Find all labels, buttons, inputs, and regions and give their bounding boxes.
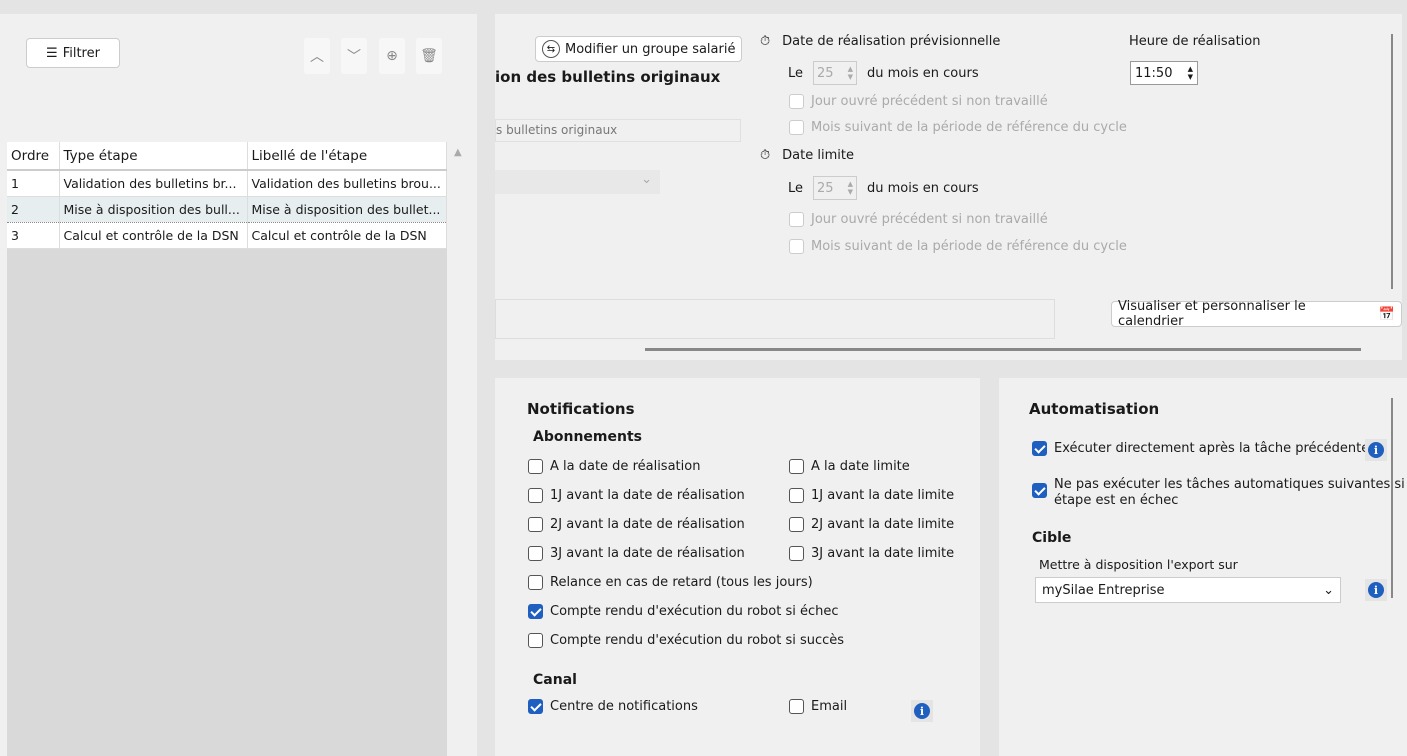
time-spinner[interactable]: 11:50 ▲ ▼: [1130, 61, 1198, 85]
table-row[interactable]: 3 Calcul et contrôle de la DSN Calcul et c…: [7, 222, 447, 249]
deadline-day-spinner[interactable]: 25 ▲ ▼: [813, 176, 858, 200]
channel-title: Canal: [533, 672, 577, 688]
subscription-checkbox[interactable]: Relance en cas de retard (tous les jours…: [528, 575, 813, 590]
col-libelle[interactable]: Libellé de l'étape: [247, 142, 447, 171]
deadline-prev-workday-checkbox[interactable]: Jour ouvré précédent si non travaillé: [789, 212, 1048, 227]
group-icon: ⇆: [542, 40, 560, 58]
table-row-selected[interactable]: 2 Mise à disposition des bull... Mise à di…: [7, 195, 447, 223]
planned-prev-workday-checkbox[interactable]: Jour ouvré précédent si non travaillé: [789, 94, 1048, 109]
info-icon[interactable]: i: [911, 700, 933, 722]
subscription-checkbox[interactable]: 1J avant la date de réalisation: [528, 488, 745, 503]
subscription-checkbox[interactable]: 3J avant la date limite: [789, 546, 954, 561]
export-label: Mettre à disposition l'export sur: [1039, 557, 1238, 572]
subscriptions-title: Abonnements: [533, 429, 642, 445]
info-icon[interactable]: i: [1365, 439, 1387, 461]
timer-icon: ⏱: [760, 34, 771, 49]
automation-panel: Automatisation Exécuter directement aprè…: [999, 378, 1407, 756]
info-icon[interactable]: i: [1365, 579, 1387, 601]
target-title: Cible: [1032, 530, 1072, 546]
subscription-checkbox[interactable]: A la date de réalisation: [528, 459, 700, 474]
move-up-button[interactable]: ︿: [304, 38, 330, 74]
steps-panel: ☰ Filtrer ︿ ﹀ ⊕ 🗑 Ordre Type étape Libellé …: [0, 14, 477, 756]
deadline-next-month-checkbox[interactable]: Mois suivant de la période de référence …: [789, 239, 1127, 254]
planned-next-month-checkbox[interactable]: Mois suivant de la période de référence …: [789, 120, 1127, 135]
planned-day-spinner[interactable]: 25 ▲ ▼: [813, 61, 858, 85]
subscription-checkbox[interactable]: A la date limite: [789, 459, 910, 474]
export-select[interactable]: mySilae Entreprise ⌄: [1035, 577, 1341, 603]
modify-group-button[interactable]: ⇆ Modifier un groupe salarié: [535, 36, 743, 62]
vertical-scrollbar[interactable]: [1391, 398, 1393, 598]
channel-center-checkbox[interactable]: Centre de notifications: [528, 699, 698, 714]
vertical-scrollbar[interactable]: [1391, 34, 1393, 289]
subscription-checkbox[interactable]: Compte rendu d'exécution du robot si suc…: [528, 633, 844, 648]
subscription-checkbox[interactable]: 3J avant la date de réalisation: [528, 546, 745, 561]
subscription-checkbox[interactable]: 1J avant la date limite: [789, 488, 954, 503]
channel-email-checkbox[interactable]: Email: [789, 699, 847, 714]
table-row[interactable]: 1 Validation des bulletins br... Validatio…: [7, 170, 447, 197]
notifications-title: Notifications: [527, 400, 635, 418]
filter-button[interactable]: ☰ Filtrer: [26, 38, 120, 68]
filter-icon: ☰: [46, 45, 58, 61]
step-dropdown[interactable]: ⌄: [495, 170, 660, 194]
step-title: ion des bulletins originaux: [495, 68, 721, 86]
delete-step-button[interactable]: 🗑: [416, 38, 442, 74]
horizontal-scrollbar[interactable]: [645, 348, 1361, 351]
step-detail-panel: ⇆ Modifier un groupe salarié ion des bull…: [495, 14, 1402, 360]
automation-title: Automatisation: [1029, 400, 1160, 418]
move-down-button[interactable]: ﹀: [341, 38, 367, 74]
no-run-checkbox[interactable]: Ne pas exécuter les tâches automatiques …: [1032, 477, 1405, 509]
notifications-panel: Notifications Abonnements A la date de r…: [495, 378, 980, 756]
subscription-checkbox[interactable]: 2J avant la date limite: [789, 517, 954, 532]
time-label: Heure de réalisation: [1129, 34, 1261, 49]
chevron-down-icon: ⌄: [1323, 582, 1334, 598]
col-ordre[interactable]: Ordre: [7, 142, 60, 171]
timer-icon: ⏱: [760, 148, 771, 163]
subscription-checkbox[interactable]: Compte rendu d'exécution du robot si éch…: [528, 604, 839, 619]
col-type[interactable]: Type étape: [59, 142, 248, 171]
step-name-input[interactable]: s bulletins originaux: [495, 119, 741, 142]
scroll-up-arrow[interactable]: ▲: [454, 147, 462, 158]
run-after-checkbox[interactable]: Exécuter directement après la tâche préc…: [1032, 441, 1369, 456]
calendar-button[interactable]: Visualiser et personnaliser le calendrie…: [1111, 299, 1402, 329]
comment-box[interactable]: [495, 299, 1055, 339]
subscription-checkbox[interactable]: 2J avant la date de réalisation: [528, 517, 745, 532]
steps-table: Ordre Type étape Libellé de l'étape 1 Valid…: [7, 142, 447, 249]
calendar-icon: 📅: [1378, 306, 1395, 322]
trash-icon: 🗑: [420, 48, 438, 64]
add-step-button[interactable]: ⊕: [379, 38, 405, 74]
